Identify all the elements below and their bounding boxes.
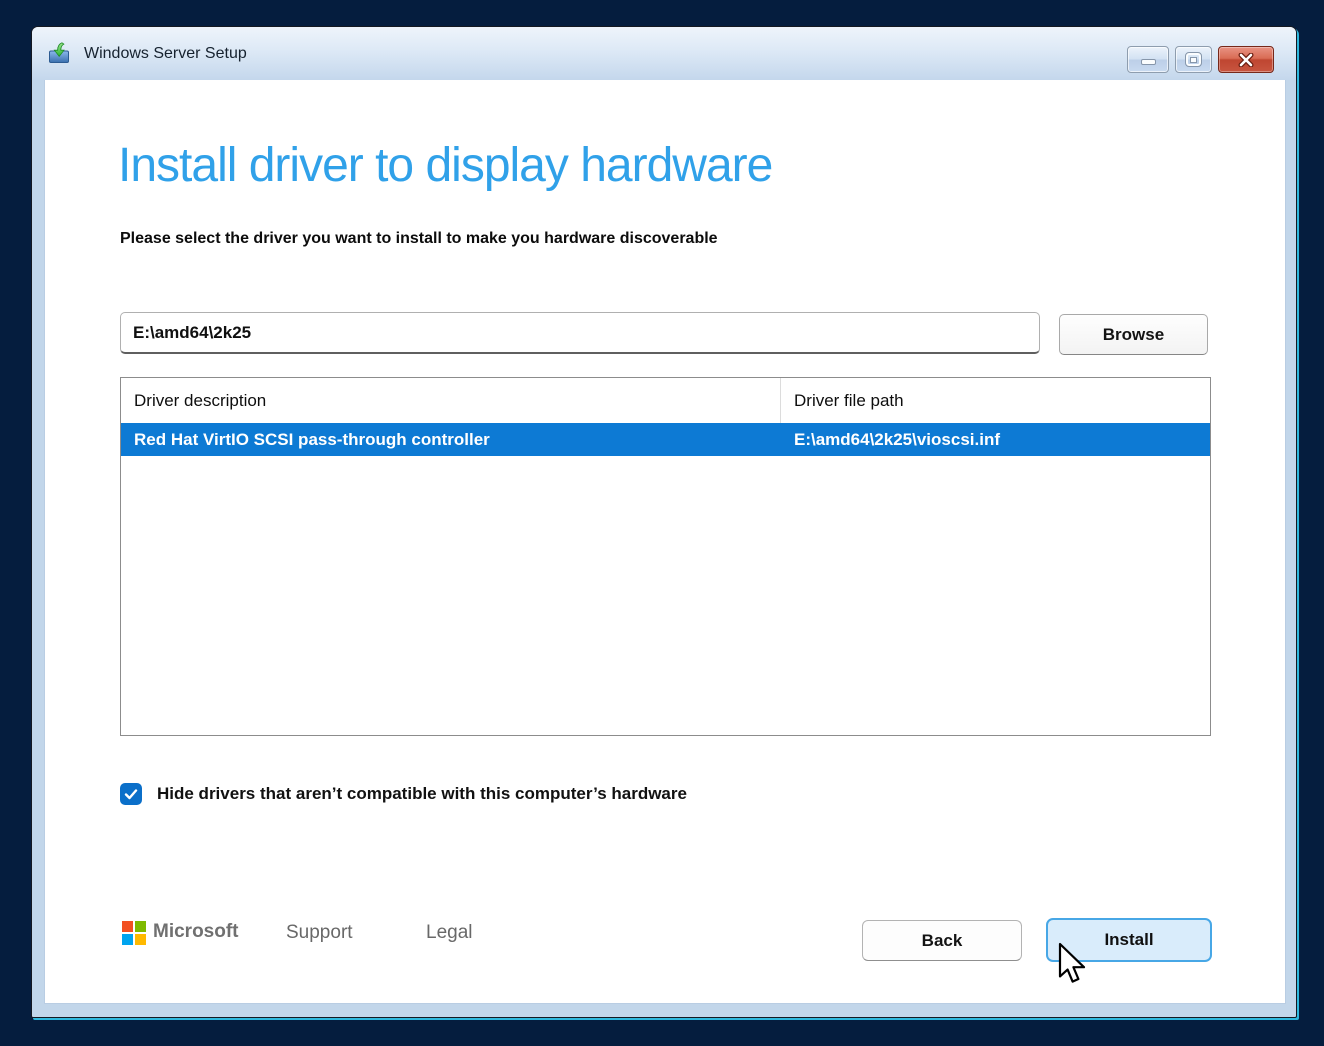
install-driver-icon: [48, 42, 70, 64]
close-button[interactable]: [1218, 46, 1274, 73]
page-title: Install driver to display hardware: [118, 136, 772, 196]
microsoft-logo-icon: [122, 921, 146, 945]
desktop-background: Windows Server Setup Install driver to: [0, 0, 1324, 1046]
install-button[interactable]: Install: [1046, 918, 1212, 962]
maximize-button[interactable]: [1175, 46, 1212, 73]
checkmark-icon: [124, 788, 138, 800]
driver-list-header: Driver description Driver file path: [121, 378, 1210, 423]
support-link[interactable]: Support: [286, 922, 353, 944]
client-area: Install driver to display hardware Pleas…: [44, 80, 1286, 1004]
column-header-file-path[interactable]: Driver file path: [781, 378, 1210, 423]
back-button[interactable]: Back: [862, 920, 1022, 961]
minimize-button[interactable]: [1127, 46, 1169, 73]
close-icon: [1238, 53, 1254, 67]
column-header-description[interactable]: Driver description: [121, 378, 781, 423]
driver-list: Driver description Driver file path Red …: [120, 377, 1211, 736]
driver-file-path: E:\amd64\2k25\vioscsi.inf: [781, 430, 1210, 450]
setup-window: Windows Server Setup Install driver to: [31, 26, 1297, 1018]
driver-description: Red Hat VirtIO SCSI pass-through control…: [121, 430, 781, 450]
browse-button[interactable]: Browse: [1059, 314, 1208, 355]
maximize-icon: [1186, 53, 1201, 66]
driver-row-selected[interactable]: Red Hat VirtIO SCSI pass-through control…: [121, 423, 1210, 456]
microsoft-brand-label: Microsoft: [153, 921, 239, 943]
minimize-icon: [1141, 59, 1156, 65]
window-title: Windows Server Setup: [84, 27, 247, 80]
caption-buttons: [1127, 46, 1274, 73]
page-subtitle: Please select the driver you want to ins…: [120, 230, 718, 248]
hide-incompatible-checkbox[interactable]: [120, 783, 142, 805]
driver-path-input[interactable]: [120, 312, 1040, 354]
title-bar[interactable]: Windows Server Setup: [32, 27, 1296, 80]
legal-link[interactable]: Legal: [426, 922, 473, 944]
hide-incompatible-label[interactable]: Hide drivers that aren’t compatible with…: [157, 784, 687, 804]
